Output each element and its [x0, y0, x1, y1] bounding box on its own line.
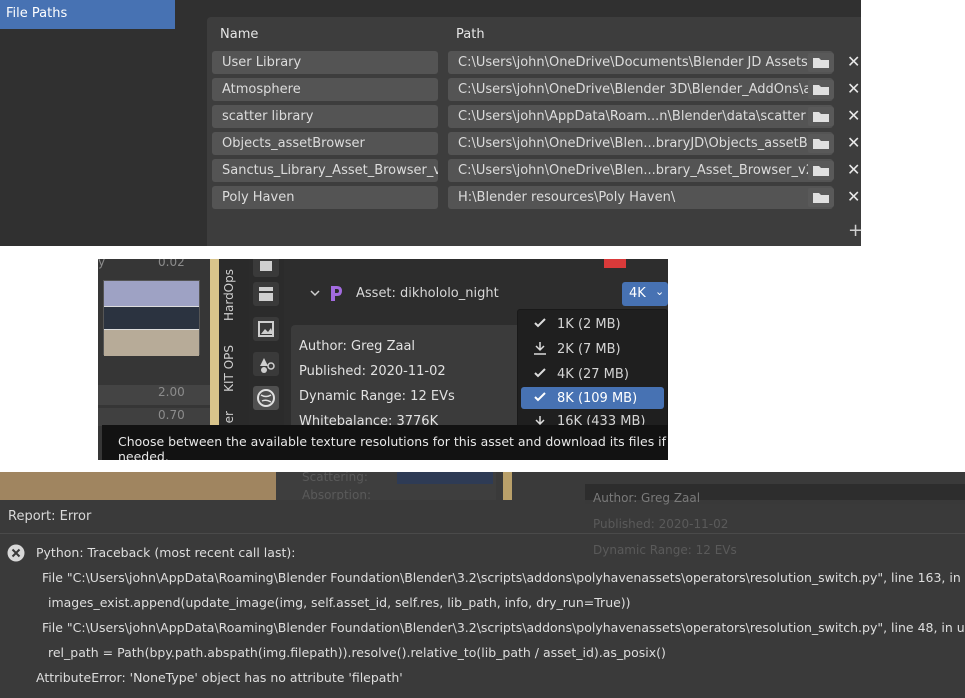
- property-value[interactable]: 0.70: [98, 408, 210, 426]
- library-row: Sanctus_Library_Asset_Browser_v2... C:\U…: [212, 159, 872, 182]
- ghost-text: Scattering:: [302, 472, 368, 484]
- tab-partial[interactable]: er: [222, 411, 236, 423]
- download-icon: [535, 416, 545, 425]
- background-viewport: [0, 472, 276, 500]
- library-name-field[interactable]: Sanctus_Library_Asset_Browser_v2...: [212, 159, 438, 182]
- library-path-field[interactable]: C:\Users\john\OneDrive\Documents\Blender…: [448, 51, 833, 74]
- preferences-sidebar: File Paths: [0, 0, 175, 246]
- check-icon: [534, 318, 546, 328]
- menu-item-8k[interactable]: 8K (109 MB): [521, 387, 664, 409]
- traceback-line: rel_path = Path(bpy.path.abspath(img.fil…: [48, 645, 666, 660]
- check-icon: [534, 392, 546, 402]
- polyhaven-panel-section: y 0.02 2.00 0.70 HardOps KIT OPS er Asse…: [98, 259, 668, 460]
- remove-library-button[interactable]: ✕: [847, 160, 863, 180]
- dynamic-range-text: Dynamic Range: 12 EVs: [299, 389, 455, 404]
- library-name-field[interactable]: Objects_assetBrowser: [212, 132, 438, 155]
- folder-icon[interactable]: [808, 188, 834, 207]
- library-row: Atmosphere C:\Users\john\OneDrive\Blende…: [212, 78, 872, 101]
- add-library-button[interactable]: +: [848, 221, 863, 241]
- resolution-value: 4K: [629, 286, 646, 301]
- ghost-text: Dynamic Range: 12 EVs: [593, 543, 737, 557]
- library-row: User Library C:\Users\john\OneDrive\Docu…: [212, 51, 872, 74]
- library-path-field[interactable]: C:\Users\john\OneDrive\Blen...braryJD\Ob…: [448, 132, 833, 155]
- remove-library-button[interactable]: ✕: [847, 187, 863, 207]
- library-name-field[interactable]: Atmosphere: [212, 78, 438, 101]
- color-swatch[interactable]: [103, 280, 200, 356]
- library-path-field[interactable]: C:\Users\john\OneDrive\Blender 3D\Blende…: [448, 78, 833, 101]
- column-header-name: Name: [220, 27, 259, 42]
- menu-item-16k[interactable]: 16K (433 MB): [521, 412, 664, 425]
- library-path-field[interactable]: C:\Users\john\OneDrive\Blen...brary_Asse…: [448, 159, 833, 182]
- column-header-path: Path: [456, 27, 485, 42]
- library-name-field[interactable]: User Library: [212, 51, 438, 74]
- published-text: Published: 2020-11-02: [299, 364, 446, 379]
- library-row: scatter library C:\Users\john\AppData\Ro…: [212, 105, 872, 128]
- property-value[interactable]: 0.02: [158, 259, 185, 269]
- traceback-line: images_exist.append(update_image(img, se…: [48, 595, 631, 610]
- error-icon: [7, 544, 25, 562]
- folder-icon[interactable]: [808, 53, 834, 72]
- tab-kitops[interactable]: KIT OPS: [222, 345, 236, 392]
- world-icon[interactable]: [253, 386, 279, 410]
- folder-icon[interactable]: [808, 107, 834, 126]
- check-icon: [534, 368, 546, 378]
- remove-library-button[interactable]: ✕: [847, 106, 863, 126]
- library-name-field[interactable]: scatter library: [212, 105, 438, 128]
- traceback-line: AttributeError: 'NoneType' object has no…: [36, 670, 403, 685]
- error-report-section: Scattering: Absorption: Author: Greg Zaa…: [0, 472, 965, 698]
- library-path-field[interactable]: C:\Users\john\AppData\Roam...n\Blender\d…: [448, 105, 833, 128]
- property-value[interactable]: 2.00: [98, 385, 210, 405]
- asset-name-label: Asset: dikhololo_night: [356, 286, 499, 301]
- report-title: Report: Error: [8, 509, 92, 524]
- background-swatch: [397, 472, 493, 484]
- folder-icon[interactable]: [808, 134, 834, 153]
- traceback-line: File "C:\Users\john\AppData\Roaming\Blen…: [42, 570, 965, 585]
- chevron-down-icon[interactable]: [310, 288, 320, 298]
- menu-item-2k[interactable]: 2K (7 MB): [521, 338, 664, 360]
- file-paths-section: File Paths Name Path User Library C:\Use…: [0, 0, 863, 246]
- badge-icon: [604, 259, 626, 268]
- author-text: Author: Greg Zaal: [299, 339, 416, 354]
- remove-library-button[interactable]: ✕: [847, 133, 863, 153]
- polyhaven-logo-icon: [331, 286, 342, 301]
- tab-hardops[interactable]: HardOps: [222, 269, 236, 321]
- chevron-down-icon: ⌄: [655, 285, 665, 298]
- scene-icon[interactable]: [253, 259, 279, 277]
- resolution-dropdown-button[interactable]: 4K ⌄: [622, 282, 668, 306]
- traceback-line: Python: Traceback (most recent call last…: [36, 545, 296, 560]
- menu-item-4k[interactable]: 4K (27 MB): [521, 363, 664, 385]
- menu-item-1k[interactable]: 1K (2 MB): [521, 313, 664, 335]
- background-strip: [503, 472, 512, 500]
- image-icon[interactable]: [253, 317, 279, 341]
- property-label: y: [98, 259, 106, 269]
- render-icon[interactable]: [253, 282, 279, 306]
- remove-library-button[interactable]: ✕: [847, 52, 863, 72]
- folder-icon[interactable]: [808, 161, 834, 180]
- report-header: [0, 500, 965, 534]
- sidebar-item-file-paths[interactable]: File Paths: [0, 0, 175, 29]
- traceback-line: File "C:\Users\john\AppData\Roaming\Blen…: [42, 620, 965, 635]
- folder-icon[interactable]: [808, 80, 834, 99]
- remove-library-button[interactable]: ✕: [847, 79, 863, 99]
- resolution-tooltip: Choose between the available texture res…: [102, 425, 668, 460]
- download-icon: [534, 342, 546, 355]
- shapes-icon[interactable]: [253, 352, 279, 376]
- library-row: Objects_assetBrowser C:\Users\john\OneDr…: [212, 132, 872, 155]
- library-name-field[interactable]: Poly Haven: [212, 186, 438, 209]
- library-path-field[interactable]: H:\Blender resources\Poly Haven\: [448, 186, 833, 209]
- library-row: Poly Haven H:\Blender resources\Poly Hav…: [212, 186, 872, 209]
